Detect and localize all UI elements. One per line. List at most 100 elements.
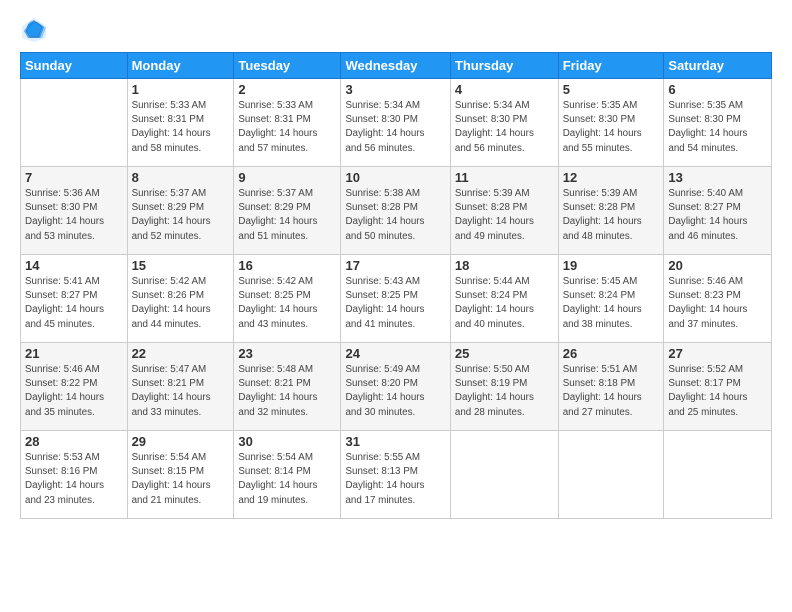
calendar-week-row: 7 Sunrise: 5:36 AM Sunset: 8:30 PM Daylig… xyxy=(21,167,772,255)
day-number: 13 xyxy=(668,170,767,185)
day-info: Sunrise: 5:51 AM Sunset: 8:18 PM Dayligh… xyxy=(563,363,660,420)
calendar-cell xyxy=(450,431,558,519)
day-info: Sunrise: 5:33 AM Sunset: 8:31 PM Dayligh… xyxy=(132,99,230,156)
calendar: SundayMondayTuesdayWednesdayThursdayFrid… xyxy=(20,52,772,519)
calendar-cell: 1Sunrise: 5:33 AM Sunset: 8:31 PM Daylig… xyxy=(127,79,234,167)
calendar-cell: 25 Sunrise: 5:50 AM Sunset: 8:19 PM Dayli… xyxy=(450,343,558,431)
day-info: Sunrise: 5:36 AM Sunset: 8:30 PM Dayligh… xyxy=(25,187,123,244)
day-info: Sunrise: 5:52 AM Sunset: 8:17 PM Dayligh… xyxy=(668,363,767,420)
header xyxy=(20,16,772,44)
calendar-cell: 12 Sunrise: 5:39 AM Sunset: 8:28 PM Dayli… xyxy=(558,167,664,255)
day-number: 23 xyxy=(238,346,336,361)
calendar-cell: 18Sunrise: 5:44 AM Sunset: 8:24 PM Dayli… xyxy=(450,255,558,343)
logo xyxy=(20,16,52,44)
day-info: Sunrise: 5:54 AM Sunset: 8:15 PM Dayligh… xyxy=(132,451,230,508)
day-info: Sunrise: 5:35 AM Sunset: 8:30 PM Dayligh… xyxy=(668,99,767,156)
calendar-cell: 6 Sunrise: 5:35 AM Sunset: 8:30 PM Daylig… xyxy=(664,79,772,167)
day-number: 10 xyxy=(345,170,445,185)
calendar-week-row: 14 Sunrise: 5:41 AM Sunset: 8:27 PM Dayli… xyxy=(21,255,772,343)
calendar-week-row: 21 Sunrise: 5:46 AM Sunset: 8:22 PM Dayli… xyxy=(21,343,772,431)
day-info: Sunrise: 5:45 AM Sunset: 8:24 PM Dayligh… xyxy=(563,275,660,332)
day-number: 25 xyxy=(455,346,554,361)
calendar-cell: 20 Sunrise: 5:46 AM Sunset: 8:23 PM Dayli… xyxy=(664,255,772,343)
day-number: 6 xyxy=(668,82,767,97)
day-number: 17 xyxy=(345,258,445,273)
day-number: 28 xyxy=(25,434,123,449)
calendar-cell: 11Sunrise: 5:39 AM Sunset: 8:28 PM Dayli… xyxy=(450,167,558,255)
weekday-header: Tuesday xyxy=(234,53,341,79)
calendar-cell: 15 Sunrise: 5:42 AM Sunset: 8:26 PM Dayli… xyxy=(127,255,234,343)
day-info: Sunrise: 5:37 AM Sunset: 8:29 PM Dayligh… xyxy=(132,187,230,244)
day-info: Sunrise: 5:43 AM Sunset: 8:25 PM Dayligh… xyxy=(345,275,445,332)
day-info: Sunrise: 5:48 AM Sunset: 8:21 PM Dayligh… xyxy=(238,363,336,420)
day-number: 5 xyxy=(563,82,660,97)
weekday-header: Sunday xyxy=(21,53,128,79)
day-number: 20 xyxy=(668,258,767,273)
weekday-header: Friday xyxy=(558,53,664,79)
day-info: Sunrise: 5:54 AM Sunset: 8:14 PM Dayligh… xyxy=(238,451,336,508)
day-info: Sunrise: 5:34 AM Sunset: 8:30 PM Dayligh… xyxy=(455,99,554,156)
weekday-header: Thursday xyxy=(450,53,558,79)
day-info: Sunrise: 5:49 AM Sunset: 8:20 PM Dayligh… xyxy=(345,363,445,420)
day-number: 19 xyxy=(563,258,660,273)
day-number: 22 xyxy=(132,346,230,361)
day-number: 7 xyxy=(25,170,123,185)
day-number: 21 xyxy=(25,346,123,361)
day-number: 15 xyxy=(132,258,230,273)
calendar-cell: 9 Sunrise: 5:37 AM Sunset: 8:29 PM Daylig… xyxy=(234,167,341,255)
day-info: Sunrise: 5:37 AM Sunset: 8:29 PM Dayligh… xyxy=(238,187,336,244)
day-number: 27 xyxy=(668,346,767,361)
weekday-header: Wednesday xyxy=(341,53,450,79)
day-info: Sunrise: 5:46 AM Sunset: 8:22 PM Dayligh… xyxy=(25,363,123,420)
day-info: Sunrise: 5:33 AM Sunset: 8:31 PM Dayligh… xyxy=(238,99,336,156)
calendar-cell: 30Sunrise: 5:54 AM Sunset: 8:14 PM Dayli… xyxy=(234,431,341,519)
day-info: Sunrise: 5:40 AM Sunset: 8:27 PM Dayligh… xyxy=(668,187,767,244)
calendar-cell: 24 Sunrise: 5:49 AM Sunset: 8:20 PM Dayli… xyxy=(341,343,450,431)
day-info: Sunrise: 5:39 AM Sunset: 8:28 PM Dayligh… xyxy=(563,187,660,244)
logo-icon xyxy=(20,16,48,44)
calendar-cell: 23 Sunrise: 5:48 AM Sunset: 8:21 PM Dayli… xyxy=(234,343,341,431)
day-number: 16 xyxy=(238,258,336,273)
calendar-header-row: SundayMondayTuesdayWednesdayThursdayFrid… xyxy=(21,53,772,79)
day-number: 8 xyxy=(132,170,230,185)
calendar-cell xyxy=(21,79,128,167)
day-info: Sunrise: 5:47 AM Sunset: 8:21 PM Dayligh… xyxy=(132,363,230,420)
calendar-cell: 5 Sunrise: 5:35 AM Sunset: 8:30 PM Daylig… xyxy=(558,79,664,167)
day-number: 29 xyxy=(132,434,230,449)
calendar-cell: 27 Sunrise: 5:52 AM Sunset: 8:17 PM Dayli… xyxy=(664,343,772,431)
day-number: 12 xyxy=(563,170,660,185)
weekday-header: Monday xyxy=(127,53,234,79)
calendar-cell: 8 Sunrise: 5:37 AM Sunset: 8:29 PM Daylig… xyxy=(127,167,234,255)
calendar-cell: 29 Sunrise: 5:54 AM Sunset: 8:15 PM Dayli… xyxy=(127,431,234,519)
day-number: 11 xyxy=(455,170,554,185)
calendar-cell: 22 Sunrise: 5:47 AM Sunset: 8:21 PM Dayli… xyxy=(127,343,234,431)
calendar-cell: 19 Sunrise: 5:45 AM Sunset: 8:24 PM Dayli… xyxy=(558,255,664,343)
day-info: Sunrise: 5:42 AM Sunset: 8:26 PM Dayligh… xyxy=(132,275,230,332)
day-info: Sunrise: 5:53 AM Sunset: 8:16 PM Dayligh… xyxy=(25,451,123,508)
day-number: 14 xyxy=(25,258,123,273)
calendar-cell: 3Sunrise: 5:34 AM Sunset: 8:30 PM Daylig… xyxy=(341,79,450,167)
calendar-cell xyxy=(558,431,664,519)
day-number: 31 xyxy=(345,434,445,449)
day-info: Sunrise: 5:41 AM Sunset: 8:27 PM Dayligh… xyxy=(25,275,123,332)
calendar-cell: 2Sunrise: 5:33 AM Sunset: 8:31 PM Daylig… xyxy=(234,79,341,167)
weekday-header: Saturday xyxy=(664,53,772,79)
calendar-cell: 14 Sunrise: 5:41 AM Sunset: 8:27 PM Dayli… xyxy=(21,255,128,343)
day-number: 18 xyxy=(455,258,554,273)
day-number: 4 xyxy=(455,82,554,97)
page: SundayMondayTuesdayWednesdayThursdayFrid… xyxy=(0,0,792,612)
day-info: Sunrise: 5:42 AM Sunset: 8:25 PM Dayligh… xyxy=(238,275,336,332)
calendar-cell: 17 Sunrise: 5:43 AM Sunset: 8:25 PM Dayli… xyxy=(341,255,450,343)
day-number: 24 xyxy=(345,346,445,361)
calendar-cell: 28 Sunrise: 5:53 AM Sunset: 8:16 PM Dayli… xyxy=(21,431,128,519)
day-info: Sunrise: 5:55 AM Sunset: 8:13 PM Dayligh… xyxy=(345,451,445,508)
day-number: 9 xyxy=(238,170,336,185)
calendar-cell: 13 Sunrise: 5:40 AM Sunset: 8:27 PM Dayli… xyxy=(664,167,772,255)
calendar-week-row: 28 Sunrise: 5:53 AM Sunset: 8:16 PM Dayli… xyxy=(21,431,772,519)
calendar-cell: 4 Sunrise: 5:34 AM Sunset: 8:30 PM Daylig… xyxy=(450,79,558,167)
day-info: Sunrise: 5:35 AM Sunset: 8:30 PM Dayligh… xyxy=(563,99,660,156)
calendar-cell: 31 Sunrise: 5:55 AM Sunset: 8:13 PM Dayli… xyxy=(341,431,450,519)
day-info: Sunrise: 5:46 AM Sunset: 8:23 PM Dayligh… xyxy=(668,275,767,332)
day-info: Sunrise: 5:50 AM Sunset: 8:19 PM Dayligh… xyxy=(455,363,554,420)
calendar-cell: 21 Sunrise: 5:46 AM Sunset: 8:22 PM Dayli… xyxy=(21,343,128,431)
